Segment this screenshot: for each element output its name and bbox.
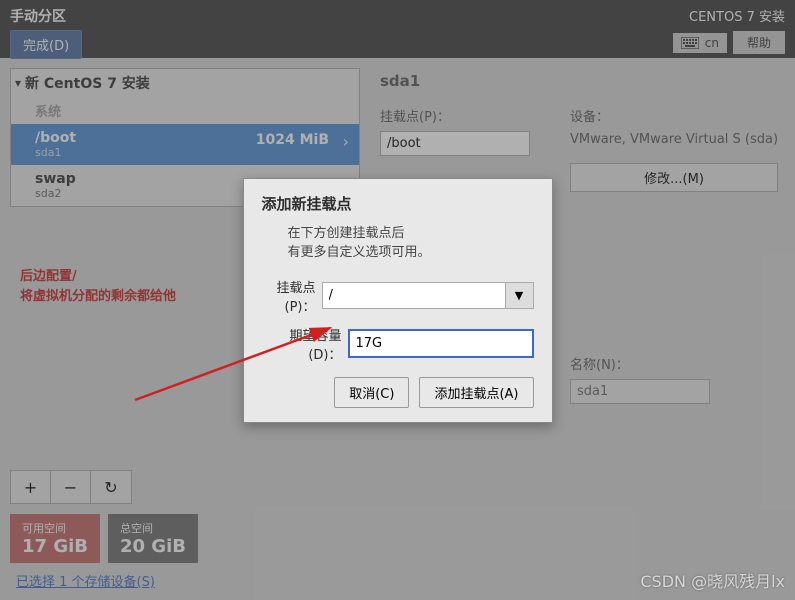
- dialog-title: 添加新挂载点: [262, 193, 534, 214]
- dialog-capacity-input[interactable]: [348, 329, 534, 358]
- modal-overlay: 添加新挂载点 在下方创建挂载点后 有更多自定义选项可用。 挂载点(P)： ▼ 期…: [0, 0, 795, 600]
- chevron-down-icon: ▼: [515, 289, 523, 302]
- dropdown-button[interactable]: ▼: [506, 282, 534, 309]
- cancel-button[interactable]: 取消(C): [334, 377, 409, 408]
- add-mountpoint-dialog: 添加新挂载点 在下方创建挂载点后 有更多自定义选项可用。 挂载点(P)： ▼ 期…: [243, 178, 553, 423]
- dialog-mount-combo: ▼: [322, 282, 534, 309]
- dialog-description: 在下方创建挂载点后 有更多自定义选项可用。: [262, 224, 534, 263]
- add-mountpoint-button[interactable]: 添加挂载点(A): [419, 377, 533, 408]
- dialog-mount-label: 挂载点(P)：: [262, 277, 322, 315]
- dialog-capacity-label: 期望容量(D)：: [262, 325, 348, 363]
- dialog-mount-input[interactable]: [322, 282, 506, 309]
